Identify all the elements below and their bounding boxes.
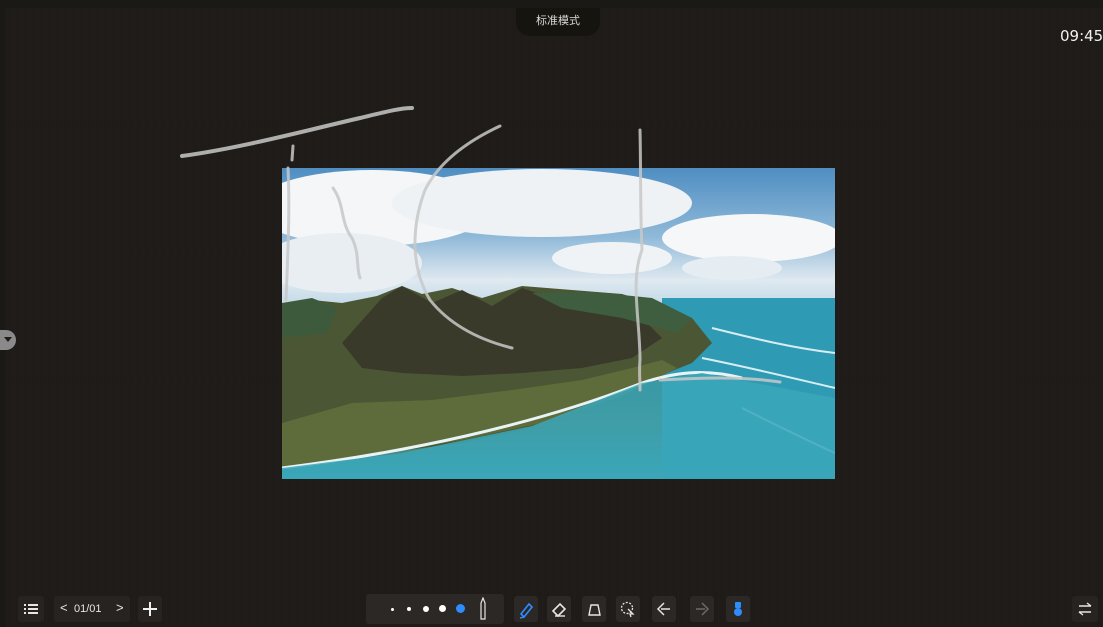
- pen-icon: [519, 602, 534, 619]
- list-icon: [24, 604, 38, 614]
- pen-size-3[interactable]: [423, 606, 429, 612]
- undo-button[interactable]: [652, 596, 676, 622]
- pen-size-1[interactable]: [391, 608, 394, 611]
- prev-page-button[interactable]: <: [60, 600, 68, 615]
- pen-size-2[interactable]: [407, 607, 411, 611]
- mode-tab[interactable]: 标准模式: [516, 8, 600, 36]
- eraser-tool-button[interactable]: [547, 596, 571, 622]
- switch-sides-button[interactable]: [1072, 596, 1098, 622]
- page-navigator: < 01/01 >: [54, 596, 130, 622]
- lasso-select-icon: [620, 601, 635, 618]
- redo-icon: [696, 602, 710, 616]
- clock: 09:45: [1060, 27, 1103, 45]
- add-page-button[interactable]: [138, 596, 162, 622]
- pen-tip-icon[interactable]: [478, 597, 488, 621]
- redo-button[interactable]: [690, 596, 714, 622]
- touch-mode-button[interactable]: [726, 596, 750, 622]
- plus-icon: [143, 602, 157, 616]
- pen-size-4[interactable]: [439, 605, 446, 612]
- menu-button[interactable]: [18, 596, 44, 622]
- shape-icon: [588, 604, 601, 616]
- pen-size-5[interactable]: [456, 604, 465, 613]
- page-indicator: 01/01: [74, 603, 102, 615]
- switch-sides-icon: [1078, 602, 1092, 616]
- undo-icon: [656, 602, 670, 616]
- eraser-icon: [551, 602, 567, 618]
- select-tool-button[interactable]: [616, 596, 640, 622]
- inserted-photo[interactable]: [282, 168, 835, 479]
- shape-tool-button[interactable]: [582, 596, 606, 622]
- touch-icon: [734, 602, 742, 616]
- next-page-button[interactable]: >: [116, 600, 124, 615]
- pen-size-panel: [366, 594, 504, 624]
- pen-tool-button[interactable]: [514, 596, 538, 622]
